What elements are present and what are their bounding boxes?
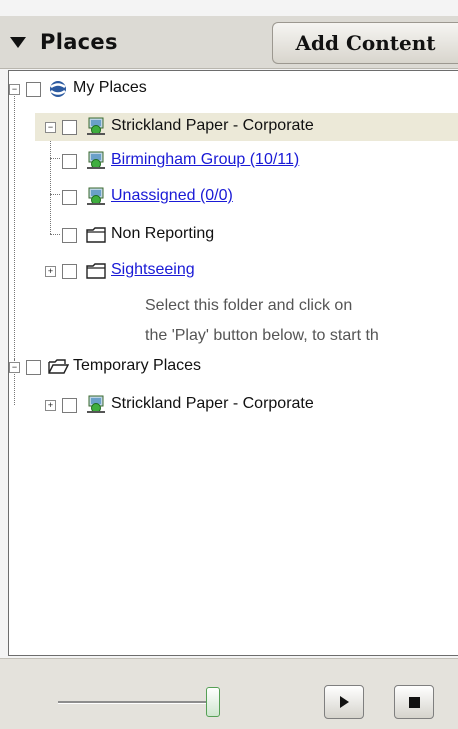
tree-item-sightseeing[interactable]: + Sightseeing: [9, 257, 458, 285]
globe-icon: [50, 81, 66, 97]
checkbox-sightseeing[interactable]: [62, 264, 77, 279]
network-monitor-icon: [87, 187, 105, 205]
tree-item-temporary-places[interactable]: − Temporary Places: [9, 353, 458, 381]
tree-item-non-reporting[interactable]: Non Reporting: [9, 221, 458, 249]
network-monitor-icon: [87, 395, 105, 413]
expand-icon[interactable]: +: [45, 400, 56, 411]
play-icon: [339, 696, 349, 708]
tree-item-strickland-corporate[interactable]: − Strickland Paper - Corporate: [35, 113, 458, 141]
checkbox-my-places[interactable]: [26, 82, 41, 97]
checkbox-non-reporting[interactable]: [62, 228, 77, 243]
sightseeing-hint-line2: the 'Play' button below, to start th: [145, 327, 379, 344]
checkbox-birmingham-group[interactable]: [62, 154, 77, 169]
collapse-icon[interactable]: −: [9, 84, 20, 95]
unassigned-link[interactable]: Unassigned (0/0): [111, 187, 233, 205]
collapse-icon[interactable]: −: [9, 362, 20, 373]
checkbox-strickland-corporate[interactable]: [62, 120, 77, 135]
add-content-button[interactable]: Add Content: [272, 22, 458, 64]
stop-button[interactable]: [394, 685, 434, 719]
collapse-icon[interactable]: −: [45, 122, 56, 133]
tree-item-label: Non Reporting: [111, 225, 215, 242]
checkbox-unassigned[interactable]: [62, 190, 77, 205]
places-tree: − My Places − Strickland Paper - Corpora…: [8, 70, 458, 656]
tree-item-label: Strickland Paper - Corporate: [111, 117, 314, 134]
network-monitor-icon: [87, 117, 105, 135]
tree-item-label: My Places: [73, 79, 147, 96]
tour-speed-slider-thumb[interactable]: [206, 687, 220, 717]
network-monitor-icon: [87, 151, 105, 169]
expand-icon[interactable]: +: [45, 266, 56, 277]
tree-item-birmingham-group[interactable]: Birmingham Group (10/11): [9, 147, 458, 175]
folder-icon: [86, 227, 106, 243]
places-panel: Places Add Content − My Places − Strickl…: [0, 0, 458, 729]
checkbox-temp-strickland-corporate[interactable]: [62, 398, 77, 413]
places-header: Places Add Content: [0, 16, 458, 69]
birmingham-group-link[interactable]: Birmingham Group (10/11): [111, 151, 299, 169]
places-title: Places: [40, 30, 118, 54]
tree-item-label: Temporary Places: [73, 357, 202, 374]
checkbox-temporary-places[interactable]: [26, 360, 41, 375]
tour-speed-slider-track[interactable]: [58, 701, 220, 704]
play-button[interactable]: [324, 685, 364, 719]
sightseeing-hint-line1: Select this folder and click on: [145, 297, 353, 314]
tree-item-unassigned[interactable]: Unassigned (0/0): [9, 183, 458, 211]
tree-item-temp-strickland-corporate[interactable]: + Strickland Paper - Corporate: [9, 391, 458, 419]
triangle-down-icon: [10, 36, 26, 48]
tree-item-label: Strickland Paper - Corporate: [111, 395, 314, 412]
tree-item-my-places[interactable]: − My Places: [9, 75, 458, 103]
stop-icon: [408, 696, 420, 708]
open-folder-icon: [48, 359, 69, 374]
folder-icon: [86, 263, 106, 279]
tour-controls: [0, 658, 458, 729]
places-collapse-toggle[interactable]: Places: [0, 16, 270, 68]
sightseeing-link[interactable]: Sightseeing: [111, 261, 195, 279]
